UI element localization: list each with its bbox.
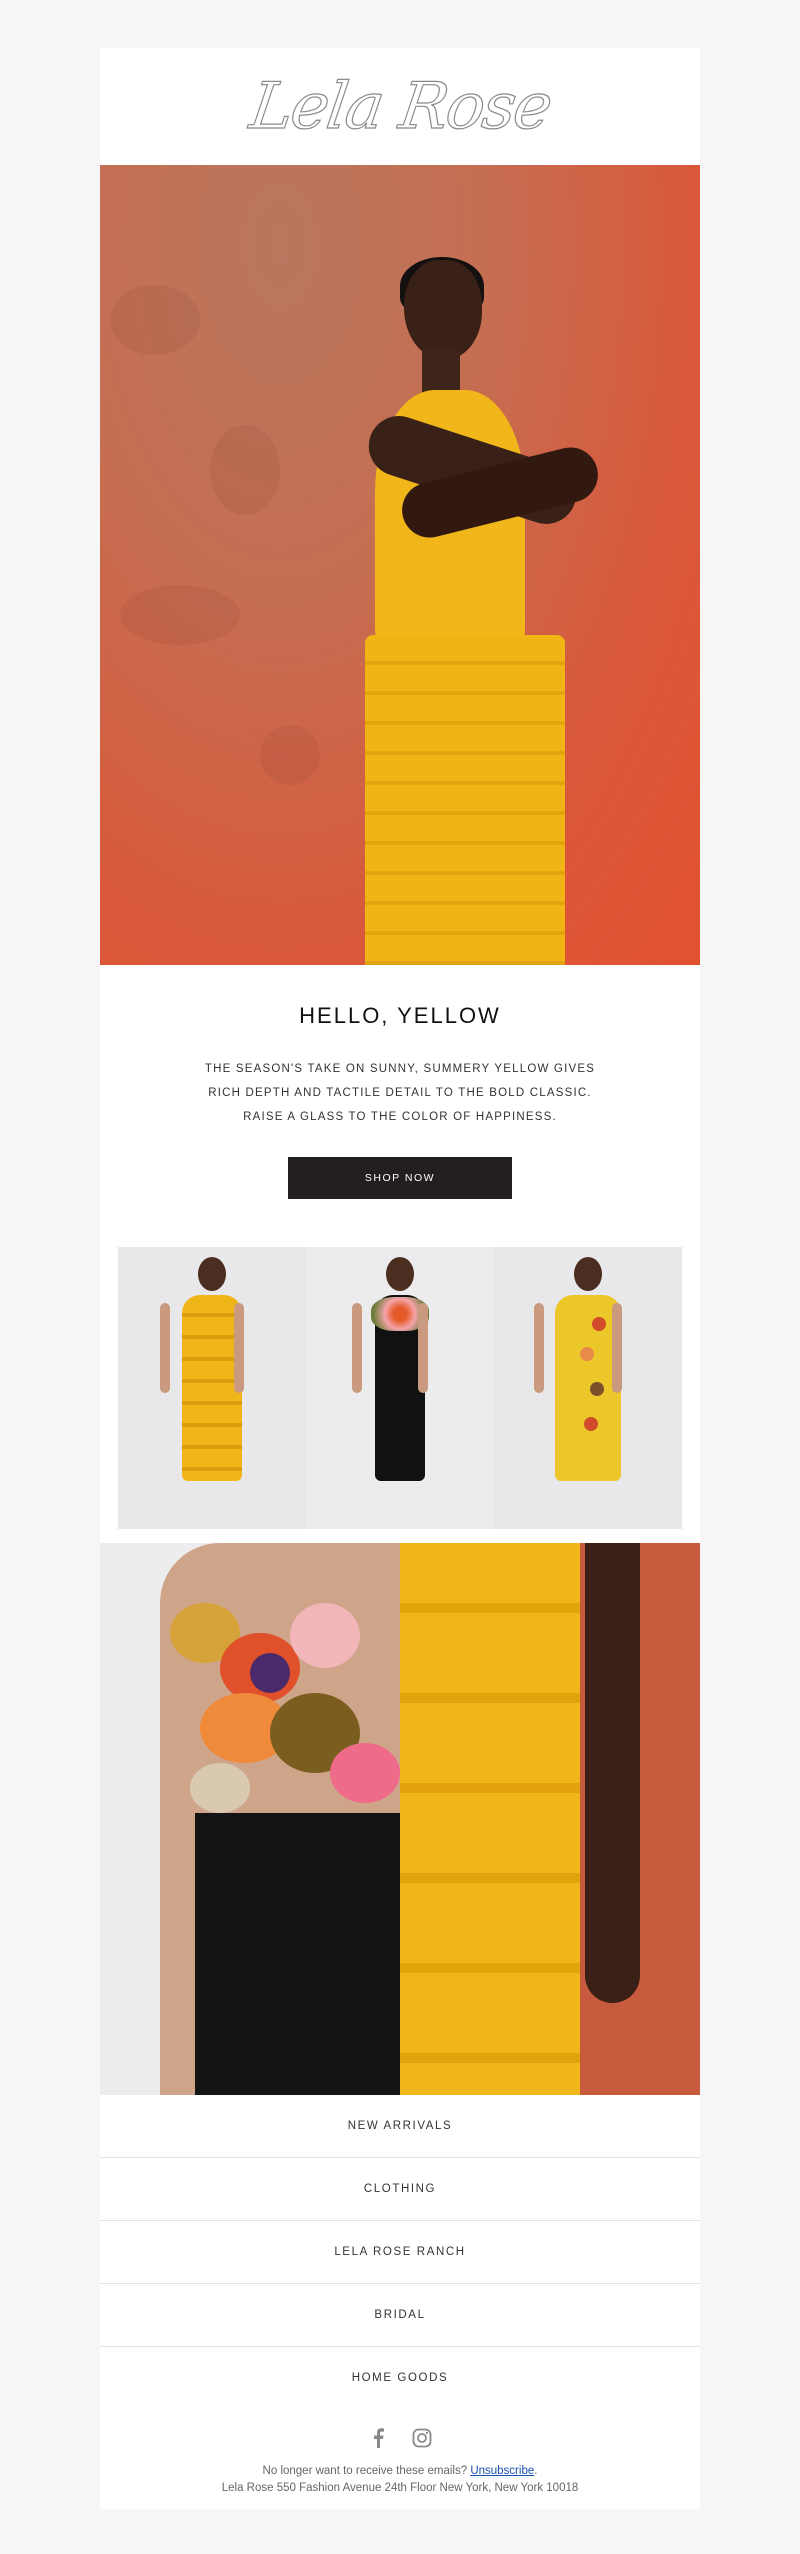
- nav-lela-rose-ranch[interactable]: LELA ROSE RANCH: [100, 2221, 700, 2284]
- product-black-floral-gown[interactable]: [306, 1247, 494, 1529]
- product-yellow-knit-dress[interactable]: [118, 1247, 306, 1529]
- product-grid: [118, 1247, 682, 1529]
- footer-nav: NEW ARRIVALS CLOTHING LELA ROSE RANCH BR…: [100, 2095, 700, 2409]
- floral-detail-image[interactable]: [100, 1543, 400, 2095]
- headline: HELLO, YELLOW: [299, 1003, 501, 1028]
- social-links: [100, 2409, 700, 2449]
- unsubscribe-line: No longer want to receive these emails? …: [100, 2463, 700, 2480]
- email-card: Lela Rose HELLO, YELLOW THE SEASON'S TAK…: [100, 48, 700, 2509]
- intro-copy: THE SEASON'S TAKE ON SUNNY, SUMMERY YELL…: [190, 1057, 610, 1129]
- intro-section: HELLO, YELLOW THE SEASON'S TAKE ON SUNNY…: [100, 965, 700, 1199]
- shop-now-button[interactable]: SHOP NOW: [288, 1157, 512, 1199]
- knit-detail-image[interactable]: [400, 1543, 700, 2095]
- nav-clothing[interactable]: CLOTHING: [100, 2158, 700, 2221]
- mailing-address: Lela Rose 550 Fashion Avenue 24th Floor …: [221, 2482, 579, 2494]
- hero-image[interactable]: [100, 165, 700, 965]
- intro-copy-line: RAISE A GLASS TO THE COLOR OF HAPPINESS.: [243, 1111, 557, 1123]
- unsubscribe-link[interactable]: Unsubscribe: [470, 2465, 534, 2477]
- instagram-icon[interactable]: [411, 2427, 433, 2449]
- intro-copy-line: RICH DEPTH AND TACTILE DETAIL TO THE BOL…: [208, 1087, 592, 1099]
- unsubscribe-suffix: .: [534, 2465, 538, 2477]
- intro-copy-line: THE SEASON'S TAKE ON SUNNY, SUMMERY YELL…: [204, 1063, 596, 1075]
- header: Lela Rose: [100, 48, 700, 165]
- detail-images: [100, 1543, 700, 2095]
- product-yellow-floral-gown[interactable]: [494, 1247, 682, 1529]
- facebook-icon[interactable]: [367, 2427, 389, 2449]
- brand-logo[interactable]: Lela Rose: [245, 69, 555, 144]
- nav-home-goods[interactable]: HOME GOODS: [100, 2347, 700, 2409]
- nav-new-arrivals[interactable]: NEW ARRIVALS: [100, 2095, 700, 2158]
- nav-bridal[interactable]: BRIDAL: [100, 2284, 700, 2347]
- footer: No longer want to receive these emails? …: [100, 2449, 700, 2509]
- unsubscribe-prompt: No longer want to receive these emails?: [262, 2465, 468, 2477]
